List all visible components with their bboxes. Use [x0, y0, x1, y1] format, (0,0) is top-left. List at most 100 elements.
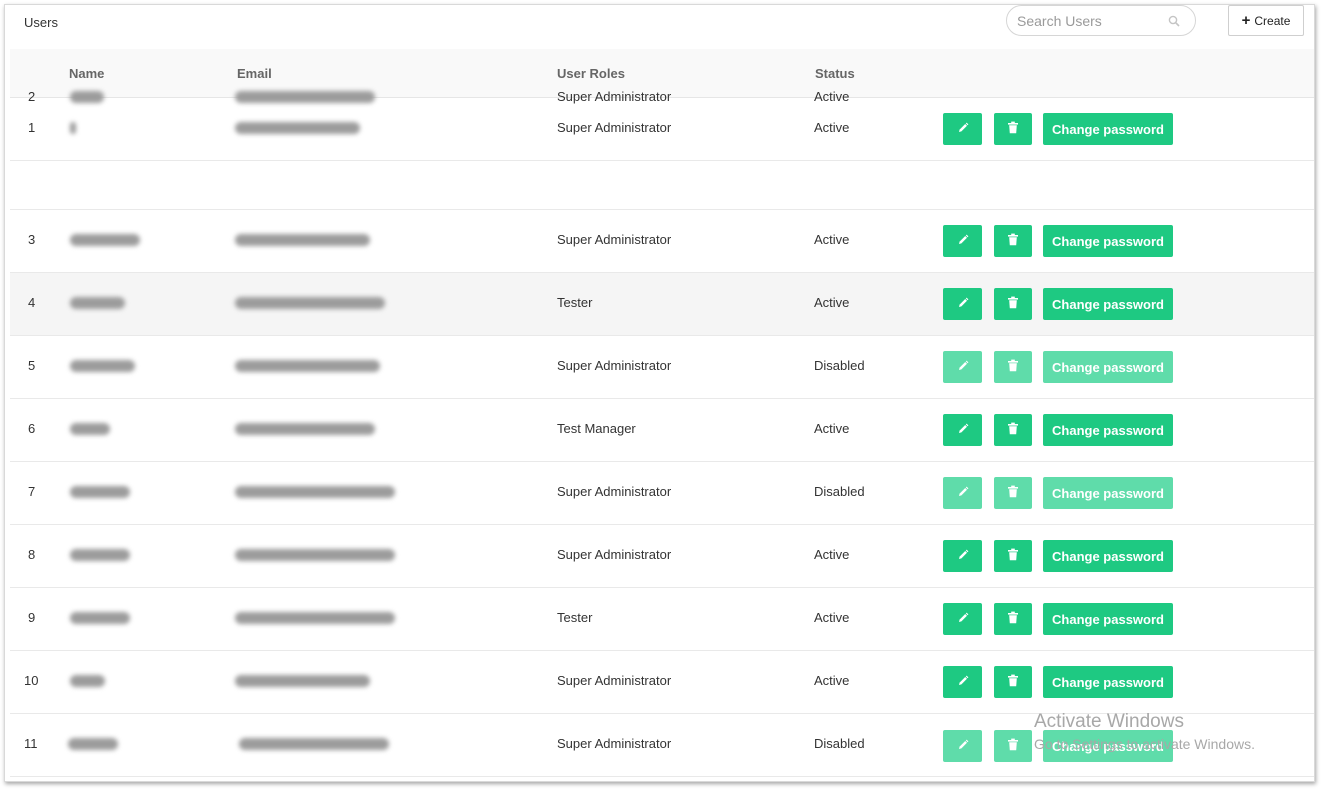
edit-button[interactable] — [943, 540, 982, 572]
user-email-redacted — [235, 91, 375, 103]
edit-button[interactable] — [943, 666, 982, 698]
user-status: Active — [814, 421, 850, 436]
delete-button[interactable] — [994, 288, 1032, 320]
delete-button[interactable] — [994, 730, 1032, 762]
change-password-button[interactable]: Change password — [1043, 477, 1173, 509]
trash-icon — [1007, 422, 1019, 438]
delete-button[interactable] — [994, 666, 1032, 698]
row-number: 3 — [28, 232, 36, 247]
search-input[interactable] — [1017, 12, 1167, 30]
plus-icon: + — [1241, 11, 1251, 29]
pencil-icon — [957, 297, 969, 312]
table-row: 5 Super Administrator Disabled Change passw… — [10, 336, 1314, 399]
row-number: 4 — [28, 295, 36, 310]
user-role: Super Administrator — [557, 736, 672, 751]
search-box[interactable] — [1006, 5, 1196, 36]
row-number: 10 — [24, 673, 39, 688]
user-status: Active — [814, 120, 850, 135]
create-button[interactable]: + Create — [1228, 5, 1304, 36]
pencil-icon — [957, 486, 969, 501]
user-role: Tester — [557, 610, 593, 625]
table-row: 4 Tester Active Change password — [10, 273, 1314, 336]
edit-button[interactable] — [943, 603, 982, 635]
user-name-redacted — [70, 234, 140, 246]
top-bar: Users + Create — [5, 5, 1314, 49]
edit-button[interactable] — [943, 351, 982, 383]
user-email-redacted — [235, 234, 370, 246]
edit-button[interactable] — [943, 288, 982, 320]
user-email-redacted — [235, 549, 395, 561]
delete-button[interactable] — [994, 351, 1032, 383]
user-email-redacted — [235, 122, 360, 134]
user-role: Super Administrator — [557, 232, 672, 247]
table-row: 1 Super Administrator Active Change passwor… — [10, 98, 1314, 161]
user-name-redacted — [70, 549, 130, 561]
change-password-button[interactable]: Change password — [1043, 603, 1173, 635]
pencil-icon — [957, 360, 969, 375]
user-email-redacted — [235, 423, 375, 435]
change-password-button[interactable]: Change password — [1043, 113, 1173, 145]
search-icon[interactable] — [1168, 15, 1180, 27]
table-row: 6 Test Manager Active Change password — [10, 399, 1314, 462]
delete-button[interactable] — [994, 477, 1032, 509]
edit-button[interactable] — [943, 730, 982, 762]
user-status: Active — [814, 232, 850, 247]
user-name-redacted — [70, 675, 105, 687]
pencil-icon — [957, 675, 969, 690]
user-email-redacted — [235, 486, 395, 498]
trash-icon — [1007, 611, 1019, 627]
user-status: Disabled — [814, 358, 865, 373]
table-row: 3 Super Administrator Active Change passwor… — [10, 210, 1314, 273]
user-email-redacted — [235, 297, 385, 309]
edit-button[interactable] — [943, 477, 982, 509]
user-name-redacted — [70, 486, 130, 498]
change-password-button[interactable]: Change password — [1043, 540, 1173, 572]
user-name-redacted — [70, 360, 135, 372]
delete-button[interactable] — [994, 603, 1032, 635]
trash-icon — [1007, 121, 1019, 137]
user-email-redacted — [235, 360, 380, 372]
row-number: 2 — [28, 89, 36, 104]
user-status: Disabled — [814, 484, 865, 499]
change-password-button[interactable]: Change password — [1043, 288, 1173, 320]
user-status: Active — [814, 89, 850, 104]
pencil-icon — [957, 612, 969, 627]
row-number: 7 — [28, 484, 36, 499]
row-number: 11 — [24, 736, 38, 751]
user-name-redacted — [70, 122, 76, 134]
user-status: Active — [814, 295, 850, 310]
change-password-button[interactable]: Change password — [1043, 666, 1173, 698]
column-header-user-roles: User Roles — [557, 66, 625, 81]
create-button-label: Create — [1254, 13, 1291, 28]
edit-button[interactable] — [943, 113, 982, 145]
delete-button[interactable] — [994, 225, 1032, 257]
column-header-status: Status — [815, 66, 855, 81]
change-password-button[interactable]: Change password — [1043, 225, 1173, 257]
user-role: Super Administrator — [557, 547, 672, 562]
trash-icon — [1007, 359, 1019, 375]
row-number: 9 — [28, 610, 36, 625]
row-number: 8 — [28, 547, 36, 562]
column-header-name: Name — [69, 66, 105, 81]
row-number: 5 — [28, 358, 36, 373]
table-row: 9 Tester Active Change password — [10, 588, 1314, 651]
change-password-button[interactable]: Change password — [1043, 414, 1173, 446]
page-title: Users — [24, 15, 58, 30]
pencil-icon — [957, 549, 969, 564]
delete-button[interactable] — [994, 540, 1032, 572]
pencil-icon — [957, 739, 969, 754]
table-row: 10 Super Administrator Active Change passwo… — [10, 651, 1314, 714]
trash-icon — [1007, 233, 1019, 249]
user-status: Active — [814, 610, 850, 625]
pencil-icon — [957, 122, 969, 137]
delete-button[interactable] — [994, 414, 1032, 446]
user-name-redacted — [70, 423, 110, 435]
edit-button[interactable] — [943, 414, 982, 446]
pencil-icon — [957, 234, 969, 249]
change-password-button[interactable]: Change password — [1043, 351, 1173, 383]
row-number: 1 — [28, 120, 36, 135]
trash-icon — [1007, 485, 1019, 501]
column-header-email: Email — [237, 66, 272, 81]
edit-button[interactable] — [943, 225, 982, 257]
delete-button[interactable] — [994, 113, 1032, 145]
